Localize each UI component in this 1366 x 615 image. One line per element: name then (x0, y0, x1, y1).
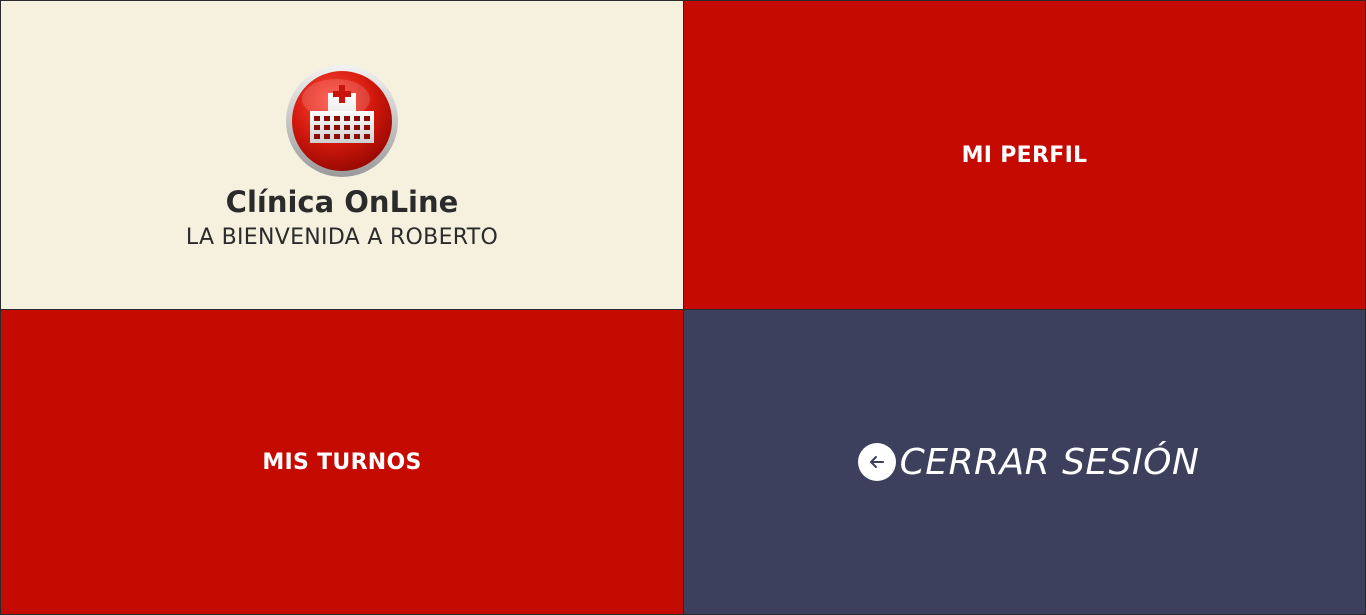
logout-tile-button[interactable]: CERRAR SESIÓN (683, 309, 1366, 615)
logout-label: CERRAR SESIÓN (899, 441, 1200, 483)
welcome-panel: Clínica OnLine LA BIENVENIDA A ROBERTO (0, 0, 684, 310)
welcome-message: LA BIENVENIDA A ROBERTO (185, 224, 499, 250)
appointments-tile-button[interactable]: MIS TURNOS (0, 309, 684, 615)
appointments-label: MIS TURNOS (262, 449, 422, 475)
app-title: Clínica OnLine (225, 184, 459, 219)
arrow-left-circle-icon (857, 443, 896, 481)
profile-label: MI PERFIL (961, 142, 1088, 168)
dashboard-grid: Clínica OnLine LA BIENVENIDA A ROBERTO M… (0, 0, 1366, 615)
logout-content: CERRAR SESIÓN (857, 441, 1200, 483)
hospital-logo-icon (286, 64, 398, 177)
profile-tile-button[interactable]: MI PERFIL (683, 0, 1366, 310)
